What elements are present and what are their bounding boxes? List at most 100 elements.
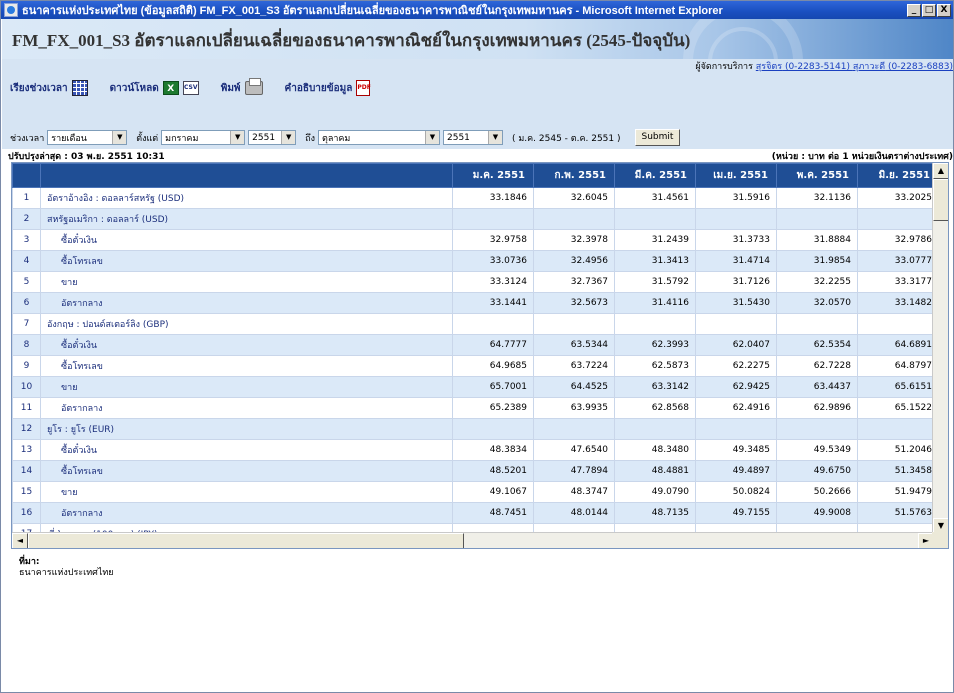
download-button[interactable]: ดาวน์โหลด X CSV (110, 81, 199, 96)
range-note: ( ม.ค. 2545 - ต.ค. 2551 ) (512, 133, 621, 144)
rate-cell: 50.2666 (776, 481, 858, 503)
row-label: อังกฤษ : ปอนด์สเตอร์ลิง (GBP) (40, 313, 453, 335)
table-row[interactable]: 3 ซื้อตั๋วเงิน 32.9758 32.3978 31.2439 31.373… (12, 229, 939, 251)
to-month-select[interactable]: ตุลาคม ▼ (318, 130, 440, 145)
rate-cell: 49.6750 (776, 460, 858, 482)
scroll-left-icon[interactable]: ◄ (12, 533, 28, 548)
rate-cell: 32.9758 (452, 229, 534, 251)
column-header[interactable]: ม.ค. 2551 (452, 163, 534, 188)
column-header[interactable]: พ.ค. 2551 (776, 163, 858, 188)
contact-phone-2[interactable]: (0-2283-6883) (885, 62, 953, 72)
rate-cell: 49.7155 (695, 502, 777, 524)
table-row[interactable]: 13 ซื้อตั๋วเงิน 48.3834 47.6540 48.3480 49.34… (12, 439, 939, 461)
table-row[interactable]: 4 ซื้อโทรเลข 33.0736 32.4956 31.3413 31.4714 3… (12, 250, 939, 272)
data-grid[interactable]: ม.ค. 2551 ก.พ. 2551 มี.ค. 2551 เม.ย. 255… (11, 162, 949, 549)
rate-cell: 33.0736 (452, 250, 534, 272)
vertical-scroll-thumb[interactable] (933, 179, 948, 221)
row-label: อัตรากลาง (40, 292, 453, 314)
rate-cell (533, 208, 615, 230)
to-year-select[interactable]: 2551 ▼ (443, 130, 503, 145)
pdf-icon[interactable]: PDF (356, 80, 371, 96)
chevron-down-icon[interactable]: ▼ (230, 131, 245, 144)
rate-cell: 47.7894 (533, 460, 615, 482)
submit-button[interactable]: Submit (634, 129, 681, 146)
chevron-down-icon[interactable]: ▼ (281, 131, 296, 144)
rate-cell (452, 208, 534, 230)
source-heading: ที่มา: (19, 557, 40, 567)
table-row[interactable]: 10 ขาย 65.7001 64.4525 63.3142 62.9425 63.4437… (12, 376, 939, 398)
contact-phone-1[interactable]: (0-2283-5141) (782, 62, 853, 72)
table-row[interactable]: 8 ซื้อตั๋วเงิน 64.7777 63.5344 62.3993 62.040… (12, 334, 939, 356)
printer-icon[interactable] (244, 78, 263, 95)
last-updated-text: ปรับปรุงล่าสุด : 03 พ.ย. 2551 10:31 (8, 152, 165, 161)
table-row[interactable]: 1 อัตราอ้างอิง : ดอลลาร์สหรัฐ (USD) 33.184… (12, 187, 939, 209)
data-table: ม.ค. 2551 ก.พ. 2551 มี.ค. 2551 เม.ย. 255… (12, 163, 939, 545)
maximize-button[interactable]: □ (922, 3, 936, 17)
rate-cell: 51.9479 (857, 481, 939, 503)
horizontal-scrollbar[interactable]: ◄ ► (12, 532, 934, 548)
rate-cell: 62.3993 (614, 334, 696, 356)
data-explanation-label: คำอธิบายข้อมูล (284, 82, 353, 94)
table-row[interactable]: 5 ขาย 33.3124 32.7367 31.5792 31.7126 32.2255 3… (12, 271, 939, 293)
contact-link-2[interactable]: สุภาวะดี (853, 62, 885, 72)
column-header[interactable]: มิ.ย. 2551 (857, 163, 939, 188)
rate-cell: 51.3458 (857, 460, 939, 482)
table-row[interactable]: 9 ซื้อโทรเลข 64.9685 63.7224 62.5873 62.2275 6… (12, 355, 939, 377)
scroll-up-icon[interactable]: ▲ (933, 163, 948, 179)
rate-cell: 62.0407 (695, 334, 777, 356)
rate-cell (695, 208, 777, 230)
rate-cell: 49.1067 (452, 481, 534, 503)
column-header[interactable]: เม.ย. 2551 (695, 163, 777, 188)
horizontal-scroll-thumb[interactable] (28, 533, 464, 548)
data-explanation-button[interactable]: คำอธิบายข้อมูล PDF (285, 80, 371, 96)
rate-cell: 63.9935 (533, 397, 615, 419)
excel-icon[interactable]: X (162, 81, 179, 95)
row-number: 10 (12, 376, 41, 398)
from-year-select[interactable]: 2551 ▼ (248, 130, 297, 145)
table-row[interactable]: 16 อัตรากลาง 48.7451 48.0144 48.7135 49.7155 4… (12, 502, 939, 524)
chevron-down-icon[interactable]: ▼ (488, 131, 502, 144)
table-row[interactable]: 2 สหรัฐอเมริกา : ดอลลาร์ (USD) (12, 208, 939, 230)
table-row[interactable]: 15 ขาย 49.1067 48.3747 49.0790 50.0824 50.2666… (12, 481, 939, 503)
title-bar[interactable]: ธนาคารแห่งประเทศไทย (ข้อมูลสถิติ) FM_FX_… (1, 1, 953, 19)
page-banner: FM_FX_001_S3 อัตราแลกเปลี่ยนเฉลี่ยของธนา… (2, 19, 953, 59)
download-label: ดาวน์โหลด (109, 82, 159, 94)
rate-cell: 48.0144 (533, 502, 615, 524)
chevron-down-icon[interactable]: ▼ (425, 131, 439, 144)
row-number: 12 (12, 418, 41, 440)
chevron-down-icon[interactable]: ▼ (112, 131, 127, 144)
contact-link-1[interactable]: สุรจิตร (756, 62, 782, 72)
row-number: 5 (12, 271, 41, 293)
page-title: FM_FX_001_S3 อัตราแลกเปลี่ยนเฉลี่ยของธนา… (12, 31, 691, 50)
print-label: พิมพ์ (220, 82, 241, 94)
table-row[interactable]: 7 อังกฤษ : ปอนด์สเตอร์ลิง (GBP) (12, 313, 939, 335)
column-header[interactable]: ก.พ. 2551 (533, 163, 615, 188)
period-select[interactable]: รายเดือน ▼ (47, 130, 128, 145)
rate-cell: 62.4916 (695, 397, 777, 419)
period-sort-button[interactable]: เรียงช่วงเวลา (10, 80, 88, 96)
from-month-select[interactable]: มกราคม ▼ (161, 130, 246, 145)
rate-cell: 31.5430 (695, 292, 777, 314)
to-month-value: ตุลาคม (322, 133, 351, 144)
table-row[interactable]: 12 ยูโร : ยูโร (EUR) (12, 418, 939, 440)
close-button[interactable]: X (937, 3, 951, 17)
csv-icon[interactable]: CSV (182, 81, 199, 95)
vertical-scrollbar[interactable]: ▲ ▼ (932, 163, 948, 534)
admin-label: ผู้จัดการบริการ (695, 62, 756, 72)
calendar-icon[interactable] (71, 80, 88, 96)
rate-cell: 63.7224 (533, 355, 615, 377)
table-row[interactable]: 6 อัตรากลาง 33.1441 32.5673 31.4116 31.5430 32… (12, 292, 939, 314)
table-row[interactable]: 11 อัตรากลาง 65.2389 63.9935 62.8568 62.4916 6… (12, 397, 939, 419)
column-header[interactable]: มี.ค. 2551 (614, 163, 696, 188)
rate-cell: 31.5916 (695, 187, 777, 209)
print-button[interactable]: พิมพ์ (220, 78, 263, 96)
rate-cell: 33.2025 (857, 187, 939, 209)
minimize-button[interactable]: _ (907, 3, 921, 17)
rate-cell: 31.4116 (614, 292, 696, 314)
rate-cell: 63.5344 (533, 334, 615, 356)
table-row[interactable]: 14 ซื้อโทรเลข 48.5201 47.7894 48.4881 49.4897… (12, 460, 939, 482)
rate-cell: 33.1846 (452, 187, 534, 209)
rate-cell: 65.1522 (857, 397, 939, 419)
rate-cell: 50.0824 (695, 481, 777, 503)
rate-cell: 32.2255 (776, 271, 858, 293)
